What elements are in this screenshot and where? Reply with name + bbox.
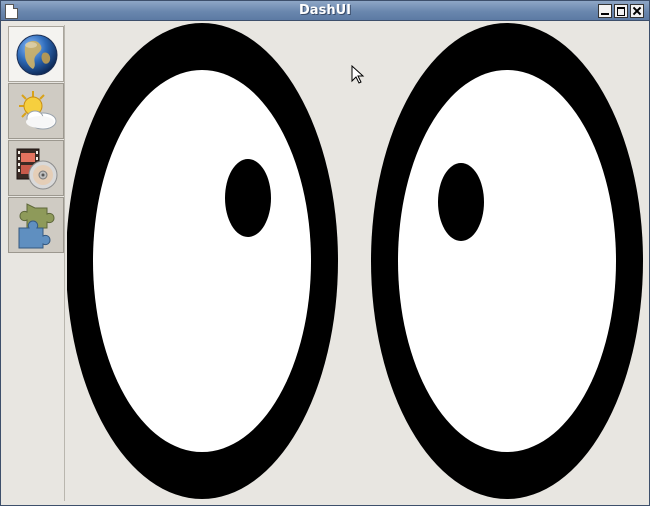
sidebar-item-puzzle[interactable] — [8, 197, 64, 253]
mouse-cursor-icon — [351, 65, 365, 84]
left-eye-sclera — [93, 70, 311, 452]
puzzle-icon — [18, 203, 55, 249]
right-eye-pupil — [438, 163, 484, 241]
maximize-button[interactable] — [614, 4, 628, 18]
right-eye-sclera — [398, 70, 616, 452]
sidebar-item-globe[interactable] — [8, 26, 64, 82]
sidebar-item-media[interactable] — [8, 140, 64, 196]
close-button[interactable] — [630, 4, 644, 18]
sidebar — [6, 25, 65, 501]
film-disc-icon — [16, 148, 58, 190]
minimize-button[interactable] — [598, 4, 612, 18]
weather-icon — [19, 91, 57, 130]
globe-icon — [16, 34, 58, 76]
sidebar-item-weather[interactable] — [8, 83, 64, 139]
title-bar[interactable]: DashUI — [1, 1, 649, 21]
dashui-window: DashUI — [0, 0, 650, 506]
left-eye-pupil — [225, 159, 271, 237]
window-title: DashUI — [299, 3, 351, 18]
eyes-canvas — [67, 23, 645, 501]
googly-eyes — [67, 23, 643, 499]
